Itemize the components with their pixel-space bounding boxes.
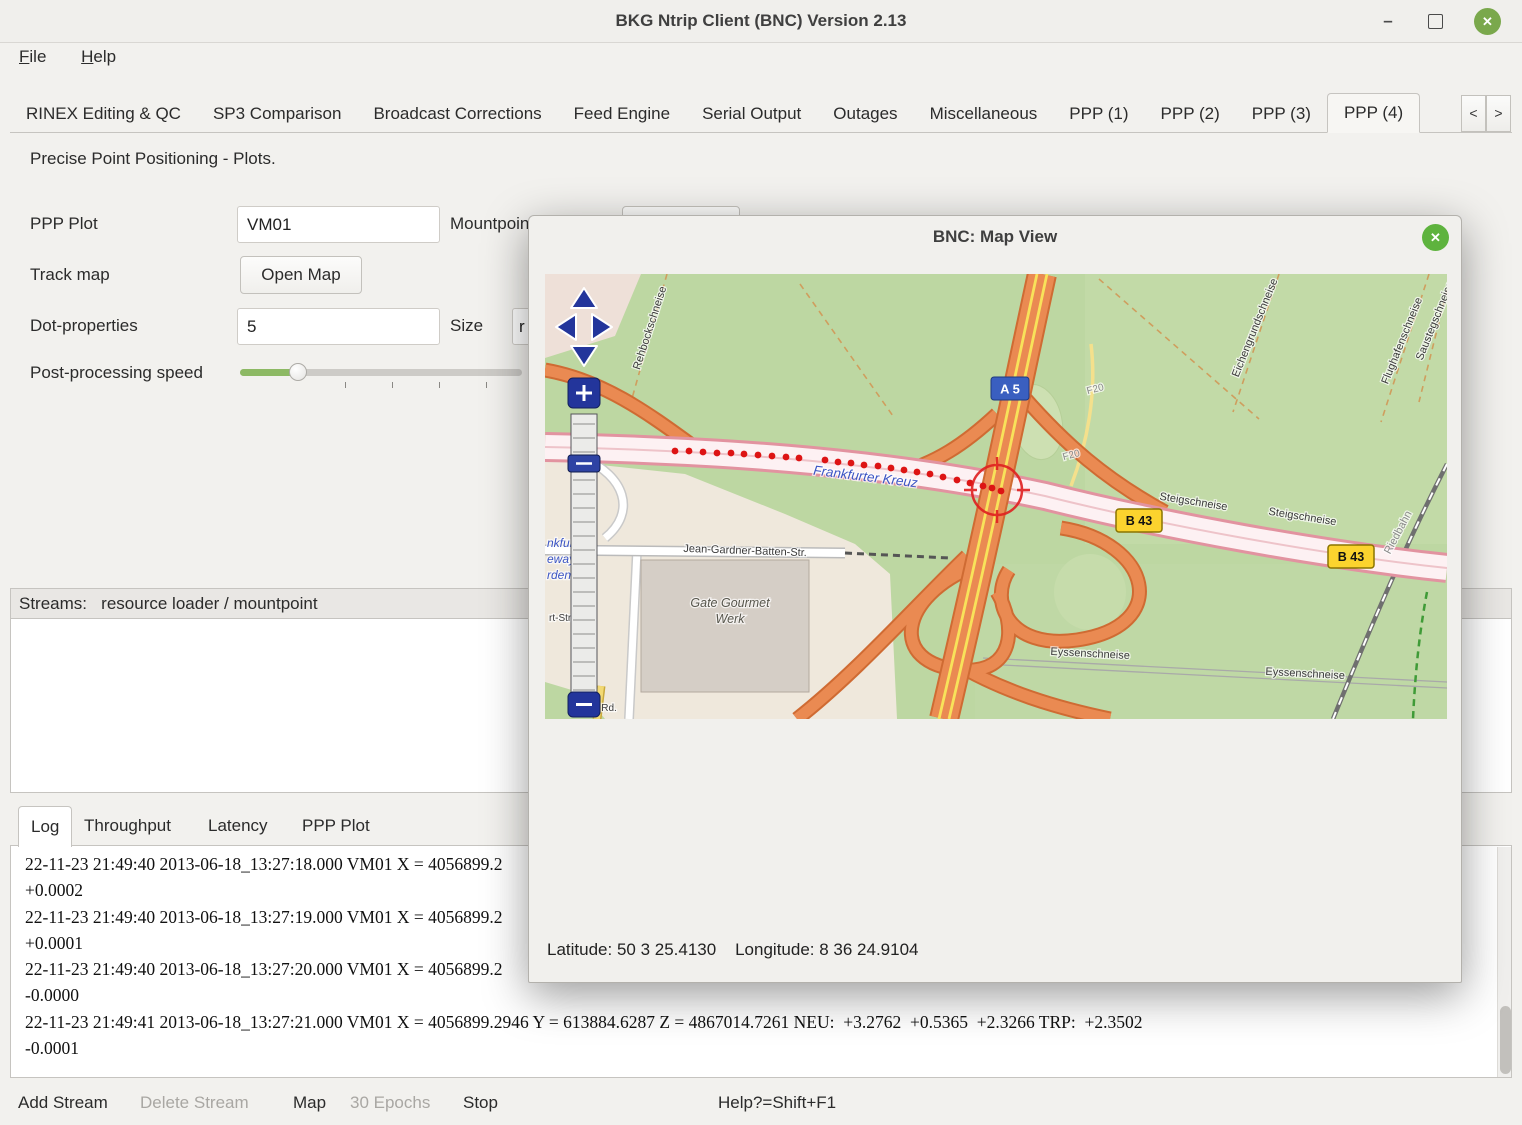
building-gate-gourmet (641, 560, 809, 692)
minimize-button[interactable]: – (1374, 8, 1402, 35)
tab-serial-output[interactable]: Serial Output (686, 95, 817, 132)
tab-ppp-2[interactable]: PPP (2) (1145, 95, 1236, 132)
slider-tick (486, 382, 487, 388)
track-map-label: Track map (30, 265, 110, 285)
panel-description: Precise Point Positioning - Plots. (30, 149, 276, 169)
log-line: -0.0001 (25, 1035, 1485, 1061)
map-label: Gate Gourmet (690, 596, 770, 610)
tab-ppp-4[interactable]: PPP (4) (1327, 93, 1420, 133)
ppp-plot-label: PPP Plot (30, 214, 98, 234)
log-line: -0.0000 (25, 982, 1485, 1008)
tab-latency[interactable]: Latency (208, 806, 268, 846)
tab-scroll-left-button[interactable]: < (1461, 95, 1486, 132)
tab-throughput[interactable]: Throughput (84, 806, 171, 846)
tab-ppp-3[interactable]: PPP (3) (1236, 95, 1327, 132)
shield-a5: A 5 (1000, 382, 1020, 397)
tab-log[interactable]: Log (18, 806, 72, 847)
dialog-title: BNC: Map View (529, 216, 1461, 258)
mountpoint-label: Mountpoint (450, 214, 534, 234)
ppp-plot-input[interactable] (237, 206, 440, 243)
map-canvas[interactable]: A 5 B 43 B 43 Frankfurter Kreuz Jean-Gar… (545, 274, 1447, 719)
close-button[interactable]: ✕ (1474, 8, 1501, 35)
menu-file[interactable]: File (4, 42, 61, 72)
title-bar: BKG Ntrip Client (BNC) Version 2.13 – ✕ (0, 0, 1522, 43)
window-title: BKG Ntrip Client (BNC) Version 2.13 (0, 0, 1522, 42)
map-label: Rd. (601, 703, 617, 714)
tab-miscellaneous[interactable]: Miscellaneous (914, 95, 1054, 132)
speed-slider-handle[interactable] (289, 363, 307, 381)
tab-broadcast-corrections[interactable]: Broadcast Corrections (357, 95, 557, 132)
log-scrollbar[interactable] (1497, 847, 1512, 1077)
speed-slider-track[interactable] (240, 369, 522, 376)
slider-tick (345, 382, 346, 388)
tab-ppp-1[interactable]: PPP (1) (1053, 95, 1144, 132)
delete-stream-button: Delete Stream (140, 1088, 249, 1118)
help-hint: Help?=Shift+F1 (718, 1088, 836, 1118)
bnc-main-window: BKG Ntrip Client (BNC) Version 2.13 – ✕ … (0, 0, 1522, 1125)
map-label: rt-Str. (549, 613, 573, 624)
menu-help[interactable]: Help (66, 42, 131, 72)
log-scrollbar-thumb[interactable] (1500, 1006, 1511, 1074)
log-line: 22-11-23 21:49:41 2013-06-18_13:27:21.00… (25, 1009, 1485, 1035)
dot-properties-label: Dot-properties (30, 316, 138, 336)
shield-b43: B 43 (1338, 550, 1364, 564)
shield-b43: B 43 (1126, 514, 1152, 528)
dot-properties-input[interactable] (237, 308, 440, 345)
tab-rinex-editing-qc[interactable]: RINEX Editing & QC (10, 95, 197, 132)
slider-tick (439, 382, 440, 388)
tab-outages[interactable]: Outages (817, 95, 913, 132)
tab-scroll-right-button[interactable]: > (1486, 95, 1511, 132)
slider-tick (392, 382, 393, 388)
open-map-button[interactable]: Open Map (240, 256, 362, 294)
map-button[interactable]: Map (293, 1088, 326, 1118)
map-label: Werk (716, 612, 746, 626)
tab-bar: RINEX Editing & QC SP3 Comparison Broadc… (10, 94, 1512, 133)
tab-feed-engine[interactable]: Feed Engine (558, 95, 686, 132)
dialog-close-button[interactable]: ✕ (1422, 224, 1449, 251)
tab-ppp-plot[interactable]: PPP Plot (302, 806, 370, 846)
coordinate-status: Latitude: 50 3 25.4130 Longitude: 8 36 2… (547, 940, 919, 960)
menu-bar: File Help (0, 42, 1522, 76)
zoom-control (568, 378, 600, 717)
epochs-button: 30 Epochs (350, 1088, 430, 1118)
map-canvas-wrap: A 5 B 43 B 43 Frankfurter Kreuz Jean-Gar… (545, 274, 1447, 719)
stop-button[interactable]: Stop (463, 1088, 498, 1118)
map-view-dialog: BNC: Map View ✕ (528, 215, 1462, 983)
maximize-button[interactable] (1428, 14, 1443, 29)
size-label: Size (450, 316, 483, 336)
tab-sp3-comparison[interactable]: SP3 Comparison (197, 95, 358, 132)
add-stream-button[interactable]: Add Stream (18, 1088, 108, 1118)
post-processing-speed-label: Post-processing speed (30, 363, 203, 383)
